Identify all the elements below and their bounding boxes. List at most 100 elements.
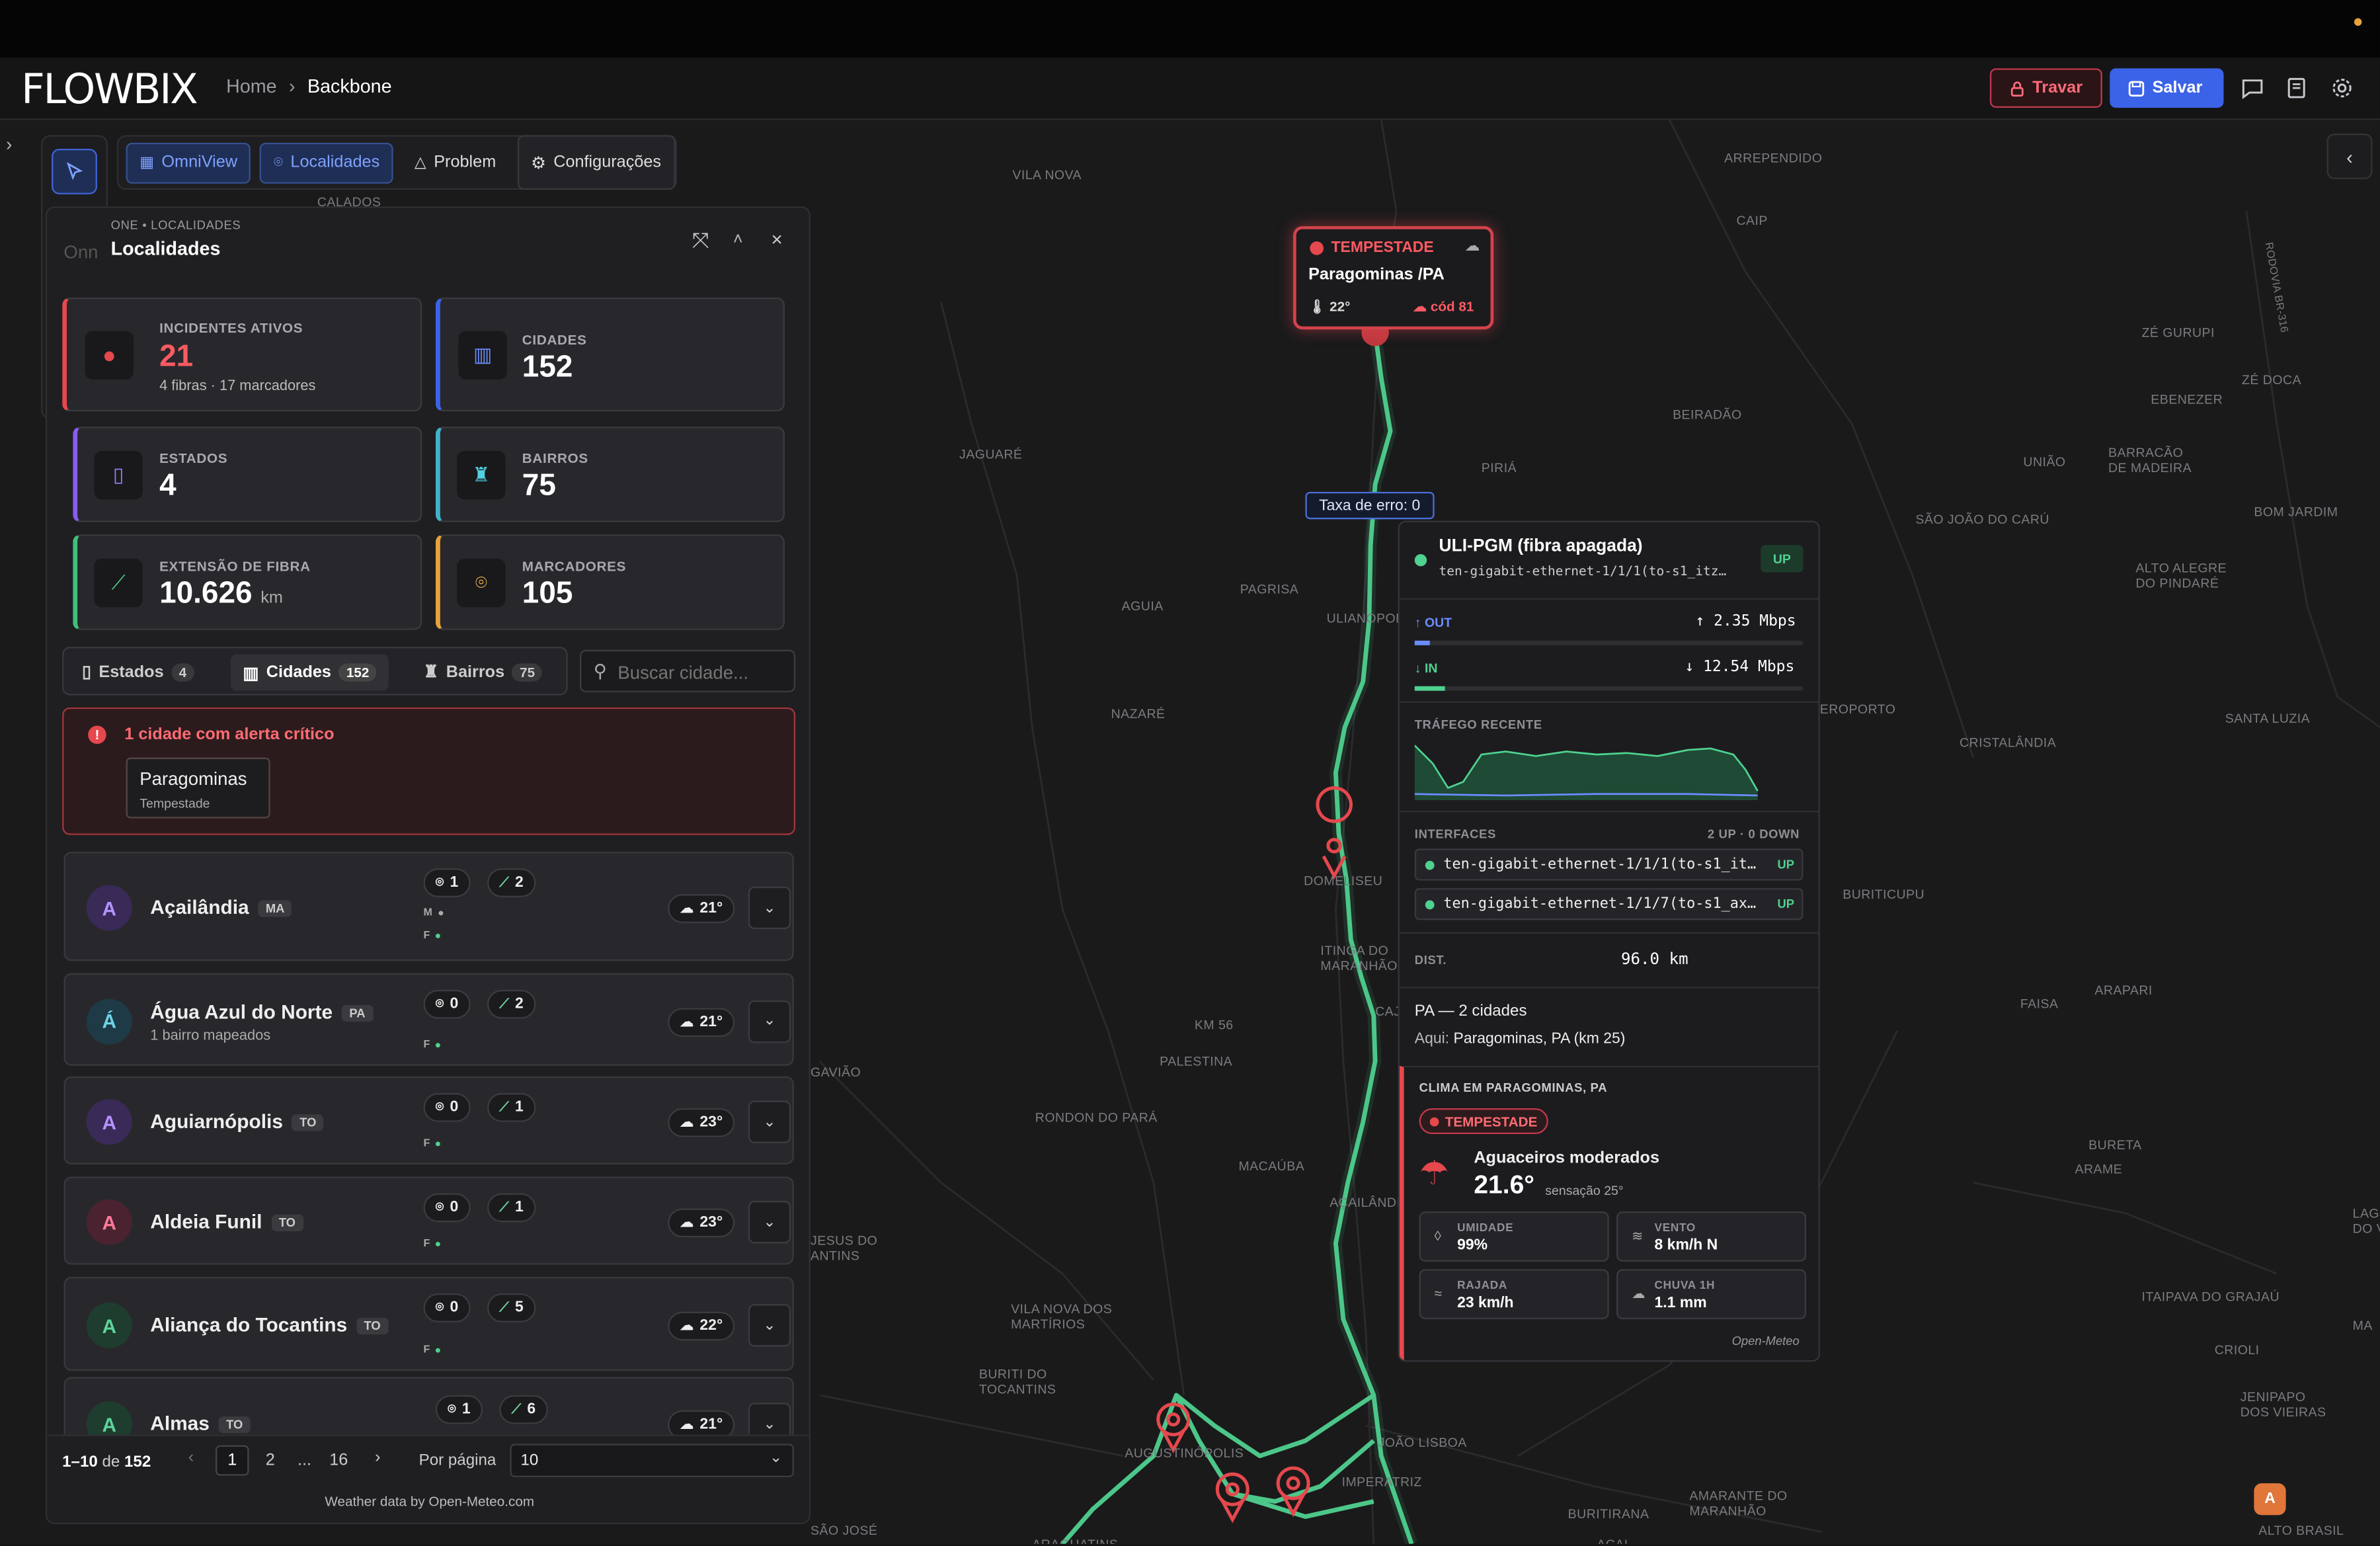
weather-icon: ☁ xyxy=(680,1013,694,1029)
storm-alert-code: ☁ cód 81 xyxy=(1413,299,1474,315)
city-row[interactable]: A Aguiarnópolis TO ⌾ 0 ⟋ 1 F ☁ 23° ⌄ xyxy=(63,1076,794,1164)
weather-title: CLIMA EM PARAGOMINAS, PA xyxy=(1419,1080,1608,1095)
fiber-status-badge: UP xyxy=(1761,545,1804,573)
interface-row[interactable]: ten-gigabit-ethernet-1/1/7(to-s1_ax… UP xyxy=(1414,888,1804,920)
map-marker-group xyxy=(1156,786,1353,1524)
select-tool-button[interactable] xyxy=(52,148,97,194)
media-indicator: F xyxy=(424,930,441,941)
breadcrumb-home[interactable]: Home xyxy=(226,76,277,97)
map-place-label: MARANHÃO xyxy=(1689,1502,1766,1518)
city-row[interactable]: A Almas TO ⌾ 1 ⟋ 6 ☁ 21° ⌄ xyxy=(63,1377,794,1435)
map-place-label: TOCANTINS xyxy=(978,1381,1056,1397)
city-row[interactable]: A Aldeia Funil TO ⌾ 0 ⟋ 1 F ☁ 23° ⌄ xyxy=(63,1176,794,1265)
prev-page-icon[interactable]: ‹ xyxy=(188,1448,194,1467)
page-range-total: 152 xyxy=(124,1453,151,1471)
map-user-marker[interactable]: A xyxy=(2254,1483,2286,1516)
city-name: Aliança do Tocantins xyxy=(150,1313,348,1336)
app-logo[interactable]: FLOWBIX xyxy=(21,67,198,114)
interface-status: UP xyxy=(1777,897,1795,911)
map-place-label: ITAIPAVA DO GRAJAÚ xyxy=(2141,1289,2280,1305)
markers-pill: ⌾ 1 xyxy=(423,868,471,897)
city-row[interactable]: A Aliança do Tocantins TO ⌾ 0 ⟋ 5 F ☁ 22° ⌄ xyxy=(63,1276,794,1371)
storm-alert-card[interactable]: TEMPESTADE ☁ Paragominas /PA 🌡 22° ☁ cód… xyxy=(1293,226,1494,330)
error-rate-tag: Taxa de erro: 0 xyxy=(1305,491,1434,520)
traffic-label: TRÁFEGO RECENTE xyxy=(1414,717,1542,732)
map-place-label: DOMELISEU xyxy=(1304,873,1383,889)
map-place-label: AUGUSTINÓPOLIS xyxy=(1125,1445,1244,1461)
view-tabs: ▦ OmniView ⌾ Localidades △ Problem ⚙ Configu… xyxy=(116,135,677,190)
chevron-down-icon: ⌄ xyxy=(763,1114,776,1131)
map-pin-icon: ⌾ xyxy=(435,1099,444,1115)
fiber-icon: ⟋ xyxy=(511,1401,522,1417)
fiber-title: ULI-PGM (fibra apagada) xyxy=(1439,537,1643,556)
storm-cloud-icon: ☂ xyxy=(1419,1153,1449,1192)
media-indicator: F xyxy=(424,1139,441,1149)
chat-icon[interactable] xyxy=(2241,76,2265,101)
map-place-label: AMARANTE DO xyxy=(1689,1487,1788,1503)
city-sub: 1 bairro mapeados xyxy=(150,1027,271,1044)
next-page-icon[interactable]: › xyxy=(375,1448,380,1467)
map-place-label: ZÉ GURUPI xyxy=(2141,325,2215,341)
cursor-icon xyxy=(67,162,83,181)
gear-icon[interactable] xyxy=(2330,76,2354,101)
page-2-button[interactable]: 2 xyxy=(266,1451,275,1470)
warning-icon: △ xyxy=(415,154,426,171)
map-place-label: ALTO BRASIL xyxy=(2258,1522,2344,1538)
notes-icon[interactable] xyxy=(2284,76,2309,101)
page-16-button[interactable]: 16 xyxy=(329,1451,348,1470)
tab-localidades[interactable]: ⌾ Localidades xyxy=(260,142,393,183)
media-letter: M xyxy=(423,907,432,919)
map-place-label: ITINGA DO xyxy=(1320,942,1389,958)
markers-pill: ⌾ 1 xyxy=(435,1395,483,1424)
storm-alert-code-value: cód 81 xyxy=(1430,299,1474,315)
fiber-icon: ⟋ xyxy=(499,996,509,1012)
gear-icon: ⚙ xyxy=(531,154,546,173)
markers-count: 0 xyxy=(450,1199,459,1217)
city-row[interactable]: Á Água Azul do Norte PA 1 bairro mapeados ⌾… xyxy=(63,973,794,1066)
weather-cell-value: 1.1 mm xyxy=(1654,1295,1707,1312)
map-place-label: JAGUARÉ xyxy=(959,446,1023,462)
save-icon xyxy=(2128,80,2145,96)
storm-alert-temp: 🌡 22° xyxy=(1308,299,1350,315)
expand-row-button[interactable]: ⌄ xyxy=(748,999,791,1043)
in-bar-fill xyxy=(1414,686,1446,691)
tab-problems[interactable]: △ Problem xyxy=(403,142,508,183)
expand-row-button[interactable]: ⌄ xyxy=(748,1201,791,1244)
map-pin-icon: ⌾ xyxy=(435,1299,444,1315)
expand-row-button[interactable]: ⌄ xyxy=(748,886,791,930)
interfaces-label: INTERFACES xyxy=(1414,827,1497,841)
tab-configuracoes[interactable]: ⚙ Configurações xyxy=(517,135,675,190)
save-button[interactable]: Salvar xyxy=(2110,68,2224,108)
fibers-pill: ⟋ 1 xyxy=(487,1193,536,1223)
city-name: Aldeia Funil xyxy=(150,1209,262,1233)
weather-description: Aguaceiros moderados xyxy=(1474,1149,1660,1168)
weather-pill: ☁ 21° xyxy=(668,1007,735,1036)
map-place-label: ZÉ DOCA xyxy=(2242,372,2302,387)
expand-sidebar-icon[interactable]: › xyxy=(6,134,12,155)
fiber-icon: ⟋ xyxy=(499,874,509,890)
interface-row[interactable]: ten-gigabit-ethernet-1/1/1(to-s1_it… UP xyxy=(1414,848,1804,881)
weather-icon: ☁ xyxy=(680,900,694,916)
page-1-button[interactable]: 1 xyxy=(216,1445,249,1476)
expand-row-button[interactable]: ⌄ xyxy=(748,1403,791,1435)
city-avatar: A xyxy=(86,1099,132,1145)
storm-alert-tag-label: TEMPESTADE xyxy=(1331,239,1434,257)
expand-row-button[interactable]: ⌄ xyxy=(748,1100,791,1143)
expand-row-button[interactable]: ⌄ xyxy=(748,1304,791,1347)
media-letter: F xyxy=(423,1345,430,1356)
cloud-rain-icon: ☁ xyxy=(1464,238,1480,255)
alert-icon xyxy=(1310,241,1324,255)
per-page-select[interactable]: 10 ⌄ xyxy=(510,1444,794,1477)
distance-label: DIST. xyxy=(1414,953,1447,967)
city-row[interactable]: A Açailândia MA ⌾ 1 ⟋ 2 M F ☁ 21° ⌄ xyxy=(63,852,794,961)
collapse-right-panel-button[interactable]: ‹ xyxy=(2326,134,2373,179)
map-place-label: PAGRISA xyxy=(1240,581,1299,597)
tab-omniview[interactable]: ▦ OmniView xyxy=(126,142,251,183)
weather-rain: ☁ CHUVA 1H 1.1 mm xyxy=(1616,1269,1807,1320)
map-place-label: NAZARÉ xyxy=(1111,706,1166,721)
map-place-label: ARAME xyxy=(2075,1161,2123,1177)
lock-button[interactable]: Travar xyxy=(1989,68,2102,108)
weather-alert-label: TEMPESTADE xyxy=(1445,1114,1538,1129)
out-bar-fill xyxy=(1414,640,1431,645)
weather-icon: ☁ xyxy=(680,1317,694,1333)
